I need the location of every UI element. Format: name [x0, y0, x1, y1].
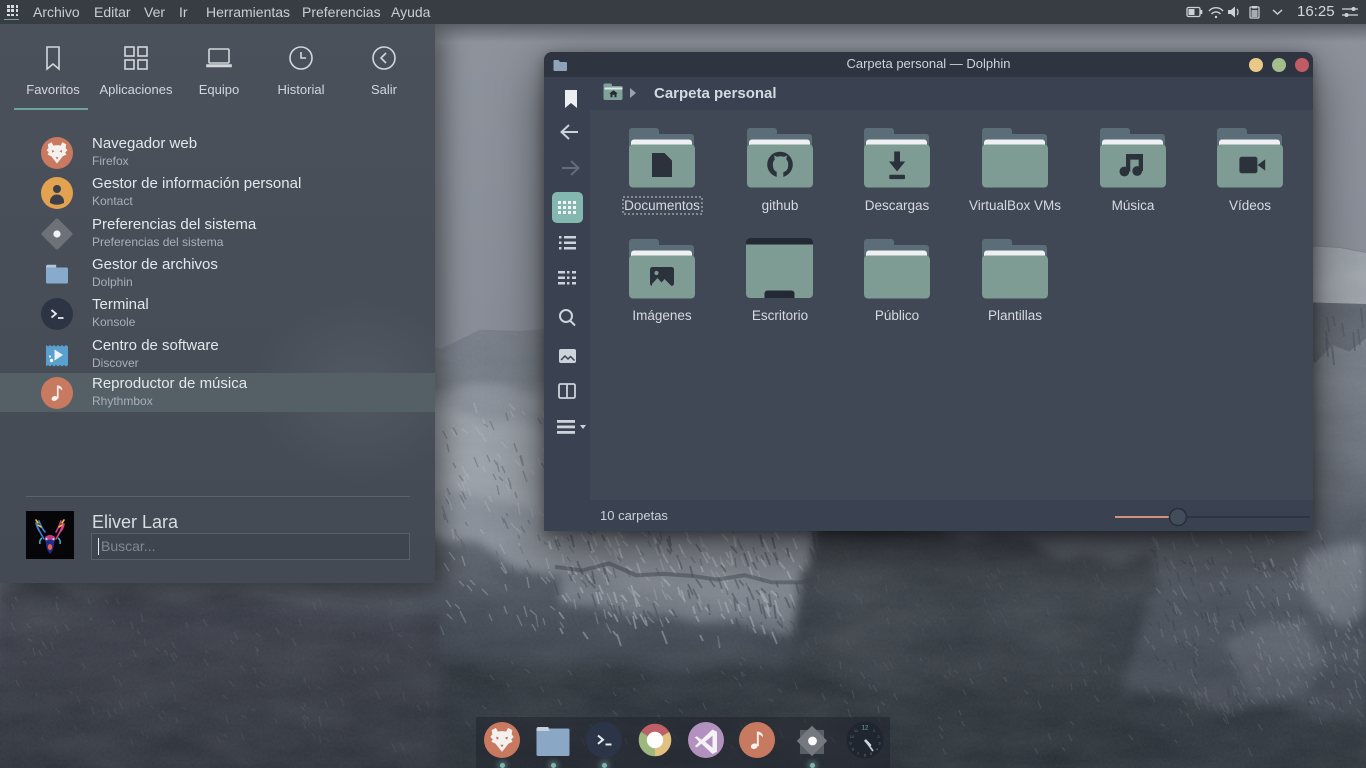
svg-text:Público: Público	[875, 308, 919, 323]
svg-text:Escritorio: Escritorio	[752, 308, 808, 323]
svg-text:Documentos: Documentos	[624, 198, 700, 213]
svg-text:Plantillas: Plantillas	[988, 308, 1042, 323]
svg-text:Imágenes: Imágenes	[632, 308, 692, 323]
svg-text:Descargas: Descargas	[865, 198, 930, 213]
svg-text:10: 10	[850, 734, 855, 739]
svg-text:12: 12	[862, 726, 869, 732]
svg-text:github: github	[762, 198, 799, 213]
svg-text:VirtualBox VMs: VirtualBox VMs	[969, 198, 1061, 213]
svg-text:Vídeos: Vídeos	[1229, 198, 1271, 213]
svg-text:Música: Música	[1112, 198, 1155, 213]
